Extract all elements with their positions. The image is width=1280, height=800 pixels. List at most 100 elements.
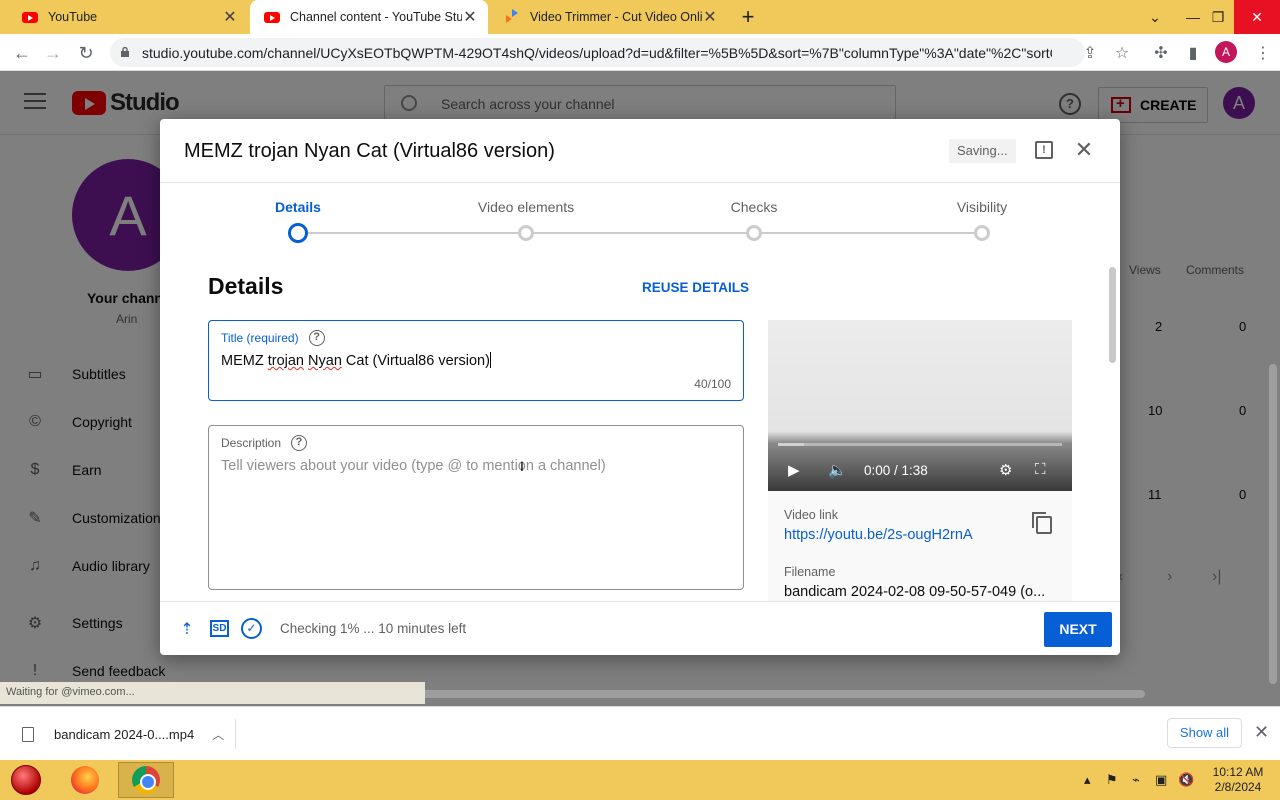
show-all-button[interactable]: Show all bbox=[1167, 718, 1242, 748]
upload-icon[interactable]: ⇡ bbox=[176, 618, 198, 640]
settings-gear-icon[interactable]: ⚙ bbox=[999, 461, 1012, 479]
report-feedback-icon[interactable]: ! bbox=[1035, 141, 1053, 159]
dialog-footer: ⇡ SD ✓ Checking 1% ... 10 minutes left N… bbox=[160, 601, 1120, 655]
step-video-elements-dot[interactable] bbox=[518, 225, 534, 241]
title-text-part: MEMZ bbox=[221, 353, 268, 369]
tab-title: Channel content - YouTube Studio bbox=[290, 10, 462, 24]
description-label-text: Description bbox=[221, 436, 282, 450]
close-tab-icon[interactable]: ✕ bbox=[462, 7, 478, 27]
step-checks-dot[interactable] bbox=[746, 225, 762, 241]
reload-icon[interactable]: ↻ bbox=[73, 40, 99, 66]
taskbar-chrome[interactable] bbox=[118, 762, 174, 798]
step-visibility[interactable]: Visibility bbox=[902, 199, 1062, 215]
section-title: Details bbox=[208, 273, 284, 299]
bookmark-star-icon[interactable]: ☆ bbox=[1109, 40, 1135, 66]
url-text: studio.youtube.com/channel/UCyXsEOTbQWPT… bbox=[142, 45, 1052, 61]
restore-icon[interactable]: ❐ bbox=[1200, 0, 1236, 34]
taskbar-firefox[interactable] bbox=[57, 762, 113, 798]
close-tab-icon[interactable]: ✕ bbox=[222, 7, 238, 27]
video-link[interactable]: https://youtu.be/2s-ougH2rnA bbox=[784, 527, 973, 543]
clock-time: 10:12 AM bbox=[1212, 765, 1264, 779]
checks-icon[interactable]: ✓ bbox=[241, 618, 262, 639]
os-taskbar: ▴ ⚑ ⌁ ▣ 🔇 10:12 AM 2/8/2024 bbox=[0, 760, 1280, 800]
help-icon[interactable]: ? bbox=[308, 330, 325, 346]
browser-menu-icon[interactable]: ⋮ bbox=[1250, 40, 1276, 66]
upload-details-dialog: MEMZ trojan Nyan Cat (Virtual86 version)… bbox=[160, 119, 1120, 655]
video-link-label: Video link bbox=[784, 508, 838, 522]
window-close-icon[interactable]: ✕ bbox=[1234, 0, 1280, 34]
tray-expand-icon[interactable]: ▴ bbox=[1084, 772, 1091, 788]
start-orb-icon bbox=[11, 765, 41, 795]
page-scrollbar[interactable] bbox=[1269, 364, 1277, 684]
system-clock[interactable]: 10:12 AM 2/8/2024 bbox=[1206, 765, 1270, 795]
text-caret bbox=[489, 352, 491, 368]
title-char-counter: 40/100 bbox=[694, 377, 731, 391]
stepper-line bbox=[298, 232, 982, 234]
download-shelf: bandicam 2024-0....mp4 ︿ Show all ✕ bbox=[0, 706, 1280, 760]
reuse-details-button[interactable]: REUSE DETAILS bbox=[642, 280, 749, 295]
volume-muted-icon[interactable]: 🔇 bbox=[1178, 772, 1194, 788]
clock-date: 2/8/2024 bbox=[1214, 780, 1262, 794]
back-icon[interactable]: ← bbox=[9, 40, 35, 66]
file-icon bbox=[22, 726, 34, 742]
action-center-flag-icon[interactable]: ⚑ bbox=[1106, 772, 1118, 788]
step-details[interactable]: Details bbox=[218, 199, 378, 215]
fullscreen-icon[interactable]: ⛶ bbox=[1035, 461, 1046, 478]
step-visibility-dot[interactable] bbox=[974, 225, 990, 241]
chevron-up-icon[interactable]: ︿ bbox=[212, 726, 224, 743]
browser-status-text: Waiting for @vimeo.com... bbox=[0, 682, 425, 704]
title-label-text: Title (required) bbox=[221, 331, 299, 345]
browser-tabstrip: YouTube ✕ Channel content - YouTube Stud… bbox=[0, 0, 1280, 34]
dialog-scrollbar[interactable] bbox=[1109, 267, 1116, 363]
new-tab-icon[interactable]: + bbox=[737, 4, 759, 30]
download-filename: bandicam 2024-0....mp4 bbox=[54, 726, 195, 742]
title-input-value[interactable]: MEMZ trojan Nyan Cat (Virtual86 version) bbox=[221, 352, 491, 369]
description-placeholder: Tell viewers about your video (type @ to… bbox=[221, 458, 606, 474]
tab-title: YouTube bbox=[48, 10, 98, 24]
start-button[interactable] bbox=[8, 764, 44, 796]
address-bar[interactable]: studio.youtube.com/channel/UCyXsEOTbQWPT… bbox=[110, 38, 1085, 67]
close-icon[interactable]: ✕ bbox=[1073, 139, 1095, 161]
dialog-title: MEMZ trojan Nyan Cat (Virtual86 version) bbox=[184, 140, 555, 162]
close-shelf-icon[interactable]: ✕ bbox=[1254, 722, 1269, 743]
title-text-part: Cat (Virtual86 version) bbox=[341, 353, 490, 369]
youtube-favicon-icon bbox=[264, 9, 280, 25]
firefox-icon bbox=[71, 766, 99, 794]
tab-title: Video Trimmer - Cut Video Online bbox=[530, 10, 702, 24]
lock-icon bbox=[121, 47, 129, 57]
step-details-dot[interactable] bbox=[288, 223, 308, 243]
tab-search-chevron-icon[interactable]: ⌄ bbox=[1137, 0, 1173, 34]
download-item[interactable]: bandicam 2024-0....mp4 ︿ bbox=[16, 719, 236, 749]
volume-icon[interactable]: 🔈 bbox=[828, 461, 847, 479]
title-text-part: Nyan bbox=[308, 353, 342, 369]
help-icon[interactable]: ? bbox=[291, 435, 308, 451]
browser-profile-avatar[interactable]: A bbox=[1215, 41, 1237, 63]
video-time: 0:00 / 1:38 bbox=[864, 463, 928, 478]
close-tab-icon[interactable]: ✕ bbox=[702, 7, 718, 27]
extensions-puzzle-icon[interactable]: ✣ bbox=[1148, 40, 1174, 66]
step-checks[interactable]: Checks bbox=[674, 199, 834, 215]
title-field[interactable]: Title (required) ? MEMZ trojan Nyan Cat … bbox=[208, 320, 744, 401]
network-icon[interactable]: ▣ bbox=[1155, 772, 1167, 788]
play-icon[interactable]: ▶ bbox=[788, 461, 800, 479]
description-field[interactable]: Description ? Tell viewers about your vi… bbox=[208, 425, 744, 590]
tab-channel-content[interactable]: Channel content - YouTube Studio ✕ bbox=[250, 0, 488, 34]
title-field-label: Title (required) ? bbox=[221, 330, 325, 346]
video-filename: bandicam 2024-02-08 09-50-57-049 (o... bbox=[784, 584, 1046, 600]
dialog-body: Details REUSE DETAILS Title (required) ?… bbox=[160, 255, 1120, 601]
video-progress-fill bbox=[778, 443, 804, 446]
step-video-elements[interactable]: Video elements bbox=[446, 199, 606, 215]
side-panel-icon[interactable]: ▮ bbox=[1180, 40, 1206, 66]
filename-label: Filename bbox=[784, 565, 836, 579]
forward-icon[interactable]: → bbox=[40, 40, 66, 66]
tab-youtube[interactable]: YouTube ✕ bbox=[8, 0, 248, 34]
copy-icon[interactable] bbox=[1032, 512, 1052, 534]
video-progress-track[interactable] bbox=[778, 443, 1062, 446]
sd-quality-badge[interactable]: SD bbox=[210, 620, 229, 637]
share-icon[interactable]: ⇪ bbox=[1077, 40, 1103, 66]
tab-video-trimmer[interactable]: Video Trimmer - Cut Video Online ✕ bbox=[490, 0, 728, 34]
video-player[interactable]: ▶ 🔈 0:00 / 1:38 ⚙ ⛶ bbox=[768, 320, 1072, 491]
next-button[interactable]: NEXT bbox=[1044, 612, 1112, 647]
tray-app-icon[interactable]: ⌁ bbox=[1132, 772, 1140, 788]
description-field-label: Description ? bbox=[221, 435, 308, 451]
